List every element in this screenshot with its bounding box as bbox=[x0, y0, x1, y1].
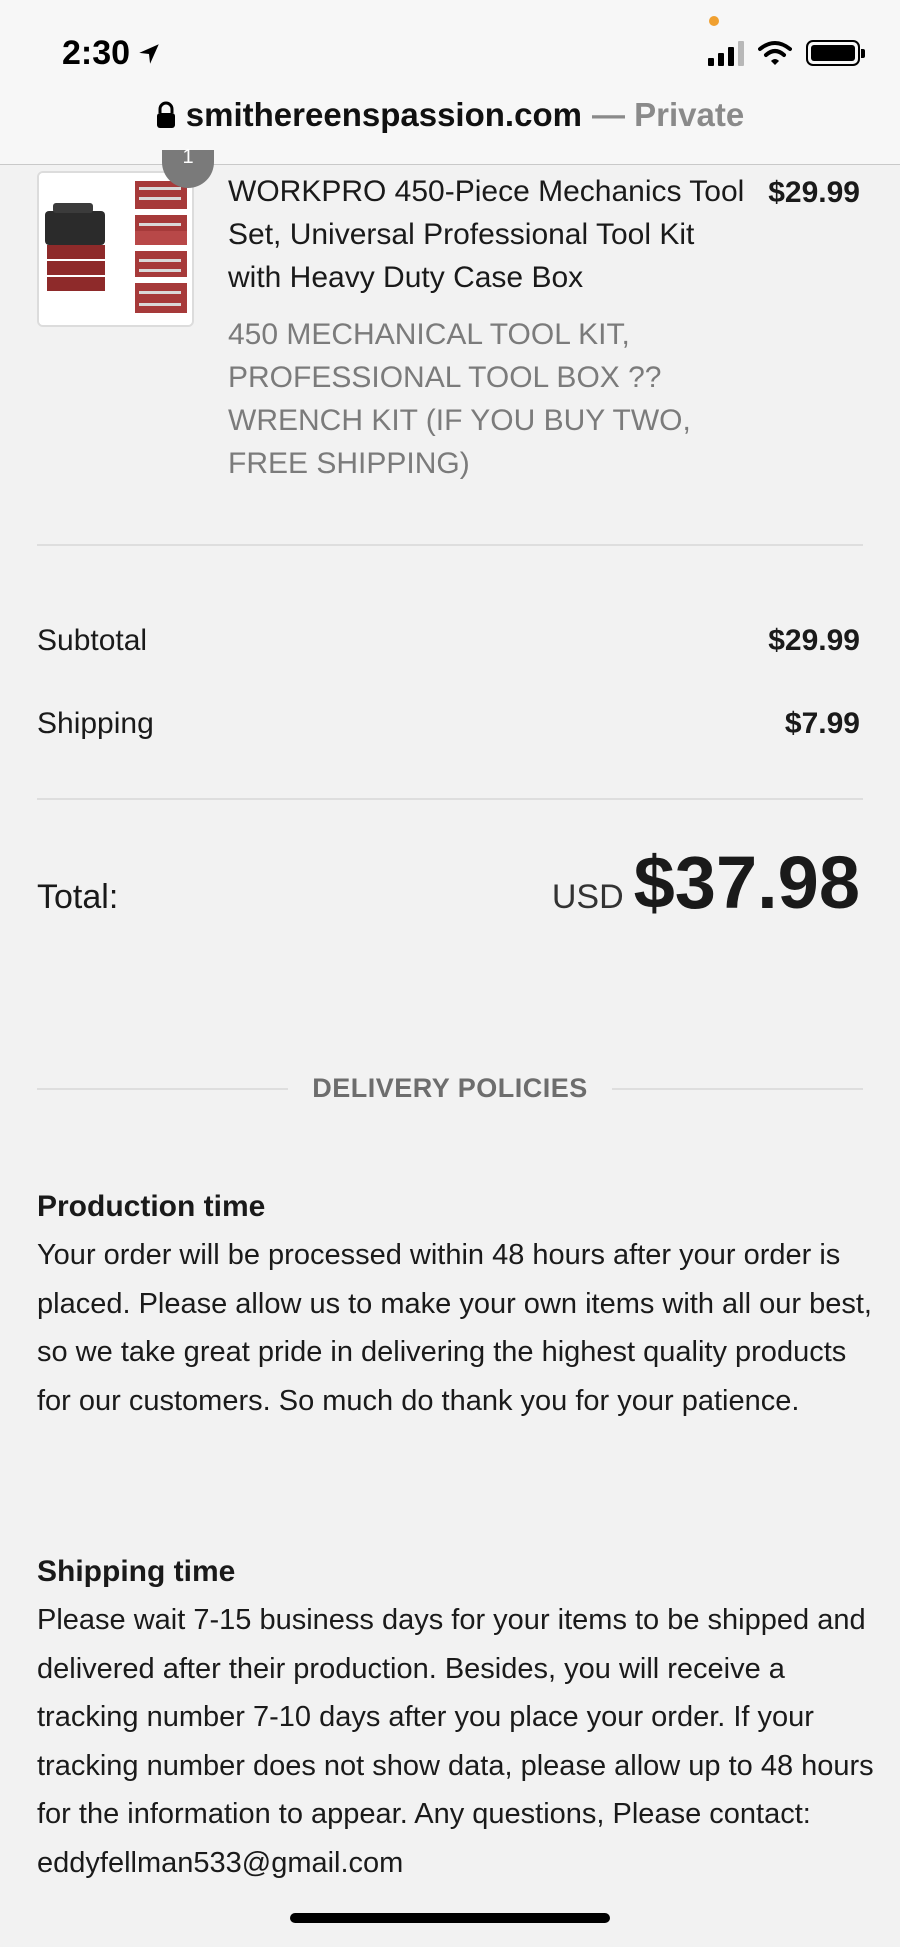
total-row: Total: USD $37.98 bbox=[37, 840, 860, 925]
subtotal-row: Subtotal $29.99 bbox=[37, 624, 860, 658]
status-time-text: 2:30 bbox=[62, 34, 131, 72]
shipping-label: Shipping bbox=[37, 707, 154, 740]
total-value: $37.98 bbox=[633, 841, 860, 924]
tool-kit-image bbox=[39, 173, 192, 325]
production-time-body: Your order will be processed within 48 h… bbox=[37, 1239, 872, 1417]
url-domain: smithereenspassion.com bbox=[185, 96, 582, 133]
status-time: 2:30 bbox=[62, 34, 162, 73]
shipping-value: $7.99 bbox=[784, 707, 860, 740]
private-label: — Private bbox=[591, 96, 745, 133]
product-thumbnail bbox=[37, 171, 194, 327]
divider bbox=[37, 544, 863, 546]
delivery-policies-heading: DELIVERY POLICIES bbox=[37, 1073, 863, 1104]
address-bar[interactable]: smithereenspassion.com — Private bbox=[0, 96, 900, 134]
shipping-row: Shipping $7.99 bbox=[37, 707, 860, 741]
delivery-policies-title: DELIVERY POLICIES bbox=[312, 1073, 588, 1103]
shipping-time-body: Please wait 7-15 business days for your … bbox=[37, 1604, 874, 1879]
total-label: Total: bbox=[37, 878, 119, 916]
divider bbox=[37, 1087, 289, 1090]
subtotal-label: Subtotal bbox=[37, 624, 148, 657]
wifi-icon bbox=[758, 41, 792, 65]
product-variant: 450 MECHANICAL TOOL KIT, PROFESSIONAL TO… bbox=[228, 318, 691, 480]
lock-icon bbox=[156, 101, 175, 128]
divider bbox=[37, 798, 863, 800]
product-title: WORKPRO 450-Piece Mechanics Tool Set, Un… bbox=[228, 175, 745, 294]
privacy-indicator-dot bbox=[709, 16, 719, 26]
battery-icon bbox=[806, 40, 865, 66]
production-time-title: Production time bbox=[37, 1190, 266, 1223]
total-amount-group: USD $37.98 bbox=[552, 840, 860, 925]
status-icons bbox=[708, 40, 865, 66]
product-price: $29.99 bbox=[768, 176, 860, 209]
browser-top-bar: 2:30 smithereenspassion.com — Private bbox=[0, 0, 900, 165]
divider bbox=[611, 1087, 863, 1090]
shipping-time-section: Shipping time Please wait 7-15 business … bbox=[37, 1548, 877, 1887]
production-time-section: Production time Your order will be proce… bbox=[37, 1183, 877, 1425]
cellular-signal-icon bbox=[708, 40, 744, 66]
total-currency: USD bbox=[551, 878, 624, 916]
home-indicator[interactable] bbox=[290, 1913, 610, 1923]
shipping-time-title: Shipping time bbox=[37, 1555, 236, 1588]
location-arrow-icon bbox=[139, 43, 159, 64]
subtotal-value: $29.99 bbox=[768, 624, 860, 657]
